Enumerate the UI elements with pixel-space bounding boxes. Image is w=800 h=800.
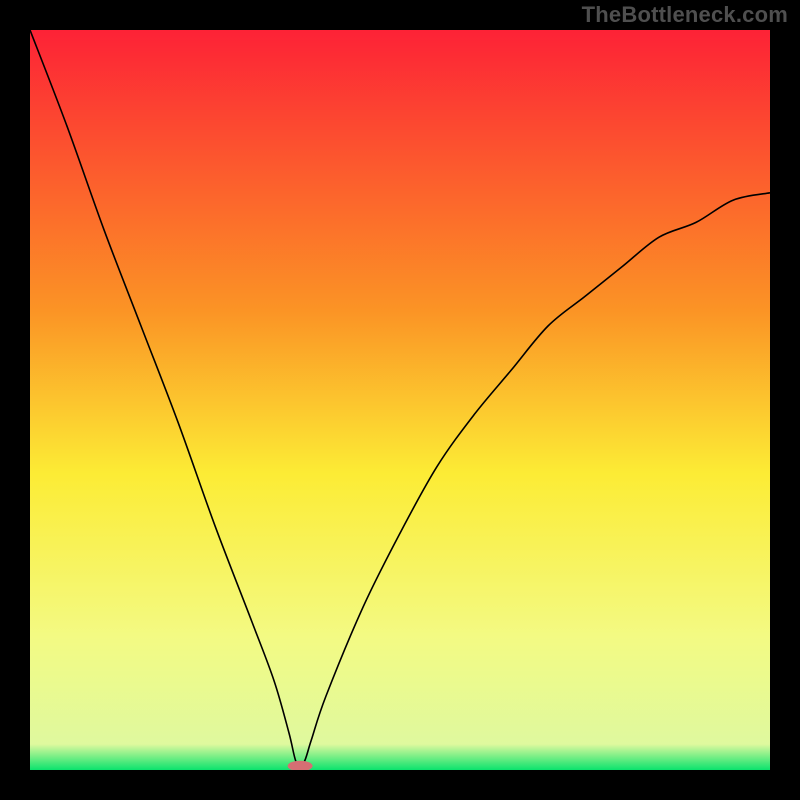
gradient-background	[30, 30, 770, 770]
chart-frame: TheBottleneck.com	[0, 0, 800, 800]
watermark-text: TheBottleneck.com	[582, 2, 788, 28]
plot-area	[30, 30, 770, 770]
